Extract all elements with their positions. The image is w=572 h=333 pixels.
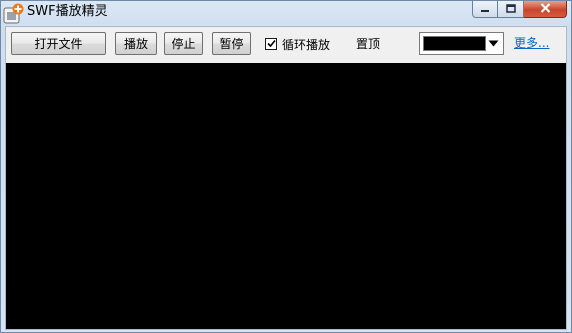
toolbar: 打开文件 播放 停止 暂停 循环播放 置顶 更多... <box>6 27 566 63</box>
more-link[interactable]: 更多... <box>514 36 549 50</box>
color-swatch <box>423 36 486 51</box>
app-plus-icon[interactable] <box>3 3 25 25</box>
loop-play-checkbox[interactable]: 循环播放 <box>265 35 330 53</box>
flash-player-stage[interactable] <box>6 63 566 329</box>
caption-buttons <box>472 1 567 18</box>
client-area: 打开文件 播放 停止 暂停 循环播放 置顶 更多... <box>5 26 567 330</box>
always-on-top-label[interactable]: 置顶 <box>356 36 380 52</box>
loop-play-label: 循环播放 <box>282 37 331 52</box>
maximize-button[interactable] <box>498 1 524 18</box>
play-button[interactable]: 播放 <box>115 32 157 55</box>
chevron-down-icon[interactable] <box>486 35 501 52</box>
window-title: SWF播放精灵 <box>27 4 108 19</box>
pause-button[interactable]: 暂停 <box>212 32 251 55</box>
maximize-icon <box>505 2 516 16</box>
checkmark-icon <box>266 37 276 51</box>
background-color-select[interactable] <box>419 32 504 55</box>
stop-button[interactable]: 停止 <box>164 32 203 55</box>
app-window: SWF播放精灵 打开文件 播放 停止 暂停 循环播放 置顶 更多... <box>0 0 572 333</box>
open-file-button[interactable]: 打开文件 <box>11 32 106 55</box>
close-icon <box>540 2 551 16</box>
minimize-icon <box>480 2 490 16</box>
minimize-button[interactable] <box>472 1 498 18</box>
title-bar[interactable]: SWF播放精灵 <box>1 1 571 25</box>
loop-checkbox-box[interactable] <box>265 38 277 50</box>
close-button[interactable] <box>524 1 567 18</box>
